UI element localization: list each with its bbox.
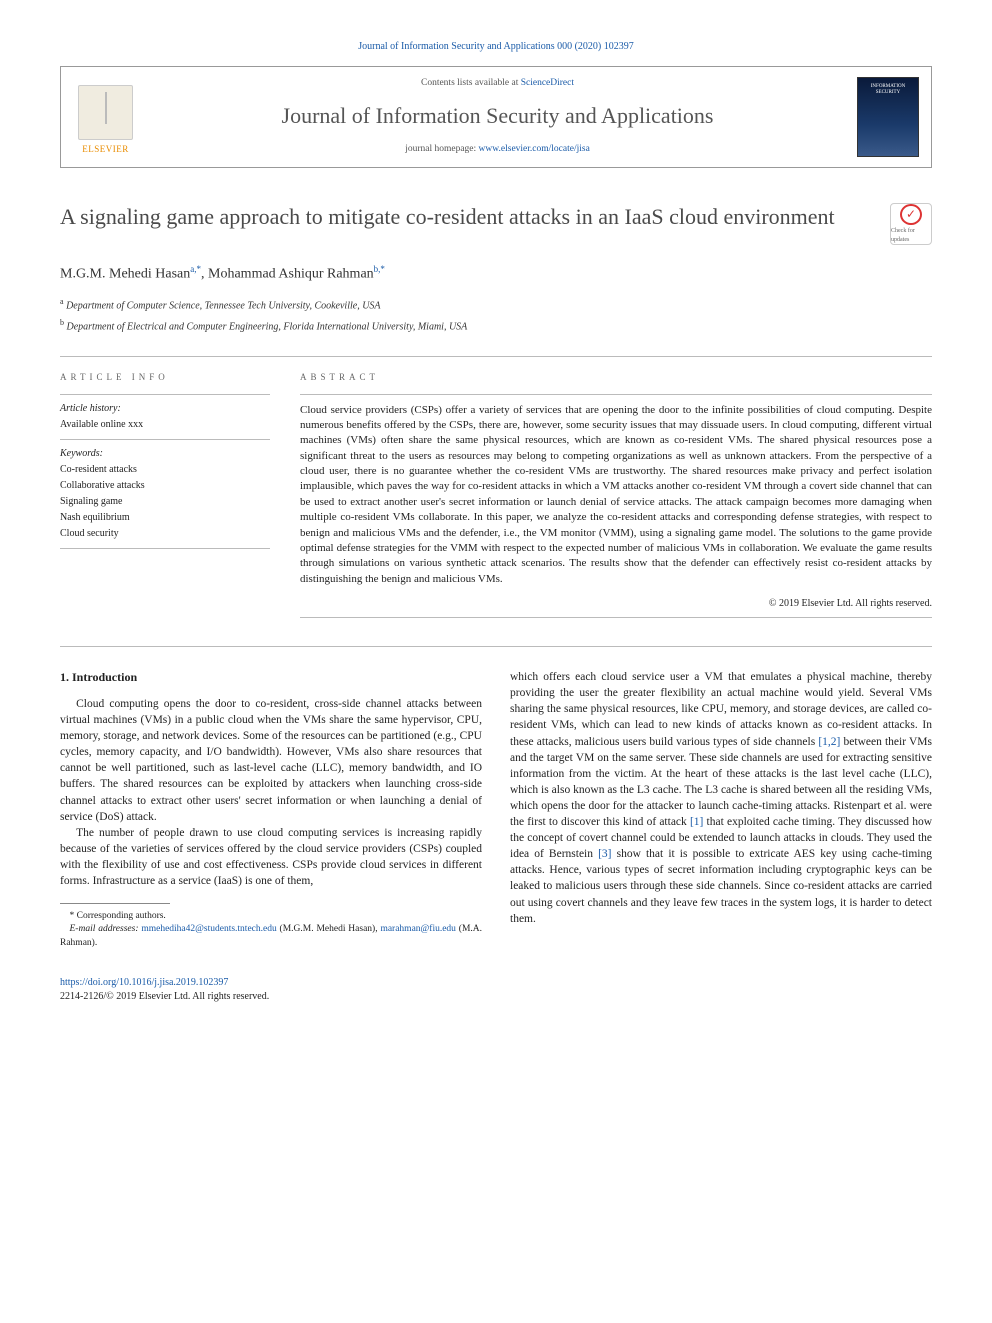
crossmark-label: Check for updates — [891, 227, 931, 244]
citation-link[interactable]: [3] — [598, 848, 611, 860]
abstract-text: Cloud service providers (CSPs) offer a v… — [300, 394, 932, 588]
crossmark-badge[interactable]: ✓ Check for updates — [890, 203, 932, 245]
corresponding-author-note: * Corresponding authors. — [60, 910, 482, 923]
keyword: Cloud security — [60, 527, 270, 541]
running-header: Journal of Information Security and Appl… — [60, 40, 932, 54]
crossmark-icon: ✓ — [900, 204, 922, 225]
journal-header-box: ELSEVIER Contents lists available at Sci… — [60, 66, 932, 168]
keywords-label: Keywords: — [60, 447, 270, 461]
body-text: 1. Introduction Cloud computing opens th… — [60, 646, 932, 950]
cover-title: INFORMATION SECURITY — [858, 84, 918, 95]
author-email-link[interactable]: marahman@fiu.edu — [380, 924, 456, 934]
author-list: M.G.M. Mehedi Hasana,*, Mohammad Ashiqur… — [60, 263, 932, 284]
section-heading: 1. Introduction — [60, 669, 482, 686]
email-footnote: E-mail addresses: mmehediha42@students.t… — [60, 923, 482, 950]
keyword: Co-resident attacks — [60, 463, 270, 477]
affil-mark: a — [60, 297, 64, 306]
elsevier-logo: ELSEVIER — [73, 78, 138, 156]
paper-title: A signaling game approach to mitigate co… — [60, 203, 870, 231]
affil-mark: b — [60, 318, 64, 327]
email-label: E-mail addresses: — [70, 924, 142, 934]
paragraph: Cloud computing opens the door to co-res… — [60, 696, 482, 825]
paragraph: The number of people drawn to use cloud … — [60, 825, 482, 889]
keywords-block: Keywords: Co-resident attacks Collaborat… — [60, 439, 270, 549]
para-text: between their VMs and the target VM on t… — [510, 736, 932, 828]
citation-link[interactable]: [1,2] — [818, 736, 840, 748]
homepage-line: journal homepage: www.elsevier.com/locat… — [156, 143, 839, 156]
author-name: Mohammad Ashiqur Rahman — [208, 267, 374, 282]
article-info-column: ARTICLE INFO Article history: Available … — [60, 371, 270, 618]
journal-name: Journal of Information Security and Appl… — [156, 101, 839, 132]
author-marks: a,* — [190, 264, 201, 274]
copyright-line: © 2019 Elsevier Ltd. All rights reserved… — [300, 597, 932, 611]
author-marks: b,* — [374, 264, 385, 274]
homepage-prefix: journal homepage: — [405, 144, 478, 154]
sciencedirect-link[interactable]: ScienceDirect — [521, 78, 574, 88]
affiliation: a Department of Computer Science, Tennes… — [60, 296, 932, 313]
abstract-column: ABSTRACT Cloud service providers (CSPs) … — [300, 371, 932, 618]
contents-line: Contents lists available at ScienceDirec… — [156, 77, 839, 90]
author-name: M.G.M. Mehedi Hasan — [60, 267, 190, 282]
keyword: Collaborative attacks — [60, 479, 270, 493]
contents-prefix: Contents lists available at — [421, 78, 521, 88]
homepage-link[interactable]: www.elsevier.com/locate/jisa — [479, 144, 590, 154]
article-info-label: ARTICLE INFO — [60, 371, 270, 384]
abstract-label: ABSTRACT — [300, 371, 932, 384]
affil-text: Department of Electrical and Computer En… — [67, 321, 468, 332]
footnote-separator — [60, 903, 170, 904]
author-email-link[interactable]: mmehediha42@students.tntech.edu — [141, 924, 276, 934]
footer-block: https://doi.org/10.1016/j.jisa.2019.1023… — [60, 976, 932, 1004]
history-value: Available online xxx — [60, 418, 270, 432]
keyword: Signaling game — [60, 495, 270, 509]
doi-link[interactable]: https://doi.org/10.1016/j.jisa.2019.1023… — [60, 977, 228, 988]
history-block: Article history: Available online xxx — [60, 394, 270, 439]
history-label: Article history: — [60, 402, 270, 416]
journal-cover-thumbnail: INFORMATION SECURITY — [857, 77, 919, 157]
paragraph: which offers each cloud service user a V… — [510, 669, 932, 927]
elsevier-tree-icon — [78, 85, 133, 140]
publisher-name: ELSEVIER — [82, 143, 129, 156]
header-center: Contents lists available at ScienceDirec… — [156, 77, 839, 156]
citation-link[interactable]: [1] — [690, 816, 703, 828]
keyword: Nash equilibrium — [60, 511, 270, 525]
affiliation: b Department of Electrical and Computer … — [60, 317, 932, 334]
issn-copyright: 2214-2126/© 2019 Elsevier Ltd. All right… — [60, 991, 269, 1002]
email-who: (M.G.M. Mehedi Hasan), — [277, 924, 381, 934]
affil-text: Department of Computer Science, Tennesse… — [66, 301, 380, 312]
